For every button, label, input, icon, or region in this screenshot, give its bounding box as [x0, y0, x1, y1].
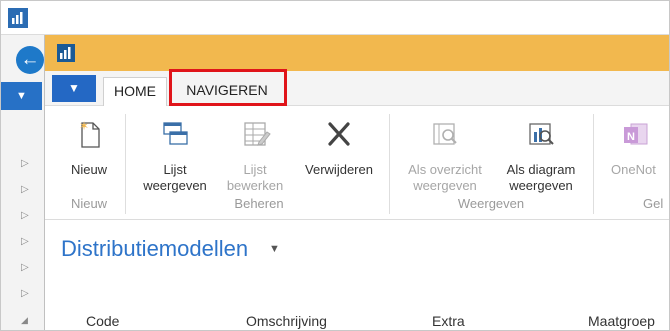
- view-as-chart-label-line1: Als diagram: [506, 162, 576, 177]
- new-button[interactable]: ✶ Nieuw: [59, 112, 119, 192]
- view-as-overview-button[interactable]: Als overzicht weergeven: [397, 112, 493, 193]
- screenshot-frame: ▷ ▷ ▷ ▷ ▷ ▷ ◢ ← ▼ ▼ HOME NAVIGEREN ✶ Nie…: [0, 0, 670, 331]
- column-header-extra[interactable]: Extra: [432, 313, 465, 329]
- overview-icon: [427, 116, 463, 152]
- delete-button-label: Verwijderen: [305, 162, 373, 177]
- tab-home[interactable]: HOME: [103, 77, 167, 106]
- edit-list-button[interactable]: Lijst bewerken: [217, 112, 293, 193]
- view-as-chart-label-line2: weergeven: [509, 178, 573, 193]
- new-button-label: Nieuw: [70, 162, 108, 177]
- column-header-maatgroep[interactable]: Maatgroep: [588, 313, 655, 329]
- title-dropdown-caret-icon[interactable]: ▼: [269, 243, 280, 255]
- outer-menu-button[interactable]: ▼: [1, 82, 42, 110]
- ribbon-panel: ✶ Nieuw Nieuw Lijst weergeven Lijst bewe…: [45, 106, 669, 220]
- outer-titlebar: [1, 1, 669, 35]
- ribbon-separator: [389, 114, 390, 214]
- svg-text:✶: ✶: [79, 119, 89, 133]
- column-header-omschrijving[interactable]: Omschrijving: [246, 313, 327, 329]
- delete-x-icon: [321, 116, 357, 152]
- inner-window: ▼ HOME NAVIGEREN ✶ Nieuw Nieuw Lijst wee…: [44, 35, 669, 330]
- ribbon-separator: [593, 114, 594, 214]
- ribbon-tabbar: ▼ HOME NAVIGEREN: [45, 71, 669, 106]
- view-as-chart-button[interactable]: Als diagram weergeven: [497, 112, 585, 193]
- application-menu-button[interactable]: ▼: [52, 75, 96, 102]
- group-label-beheren: Beheren: [234, 196, 284, 211]
- expand-arrow-icon[interactable]: ▷: [21, 184, 31, 196]
- expand-arrow-icon[interactable]: ▷: [21, 262, 31, 274]
- group-label-gel: Gel: [643, 196, 664, 211]
- onenote-icon: N: [617, 116, 653, 152]
- inner-titlebar: [45, 35, 669, 71]
- collapse-arrow-icon[interactable]: ◢: [21, 314, 31, 326]
- view-as-overview-label-line1: Als overzicht: [408, 162, 482, 177]
- view-list-label-line1: Lijst: [163, 162, 187, 177]
- highlight-annotation-box: [169, 69, 287, 106]
- expand-arrow-icon[interactable]: ▷: [21, 210, 31, 222]
- group-label-nieuw: Nieuw: [70, 196, 108, 211]
- onenote-label: OneNot: [611, 162, 656, 177]
- page-title: Distributiemodellen: [61, 236, 249, 261]
- view-list-button[interactable]: Lijst weergeven: [135, 112, 215, 193]
- column-header-code[interactable]: Code: [86, 313, 119, 329]
- view-as-overview-label-line2: weergeven: [413, 178, 477, 193]
- edit-list-label-line2: bewerken: [226, 178, 284, 193]
- delete-button[interactable]: Verwijderen: [295, 112, 383, 192]
- expand-arrow-icon[interactable]: ▷: [21, 158, 31, 170]
- svg-text:N: N: [627, 131, 635, 143]
- expand-arrow-icon[interactable]: ▷: [21, 236, 31, 248]
- view-list-label-line2: weergeven: [143, 178, 207, 193]
- chart-icon: [523, 116, 559, 152]
- edit-list-label-line1: Lijst: [243, 162, 267, 177]
- app-logo-icon: [8, 8, 28, 28]
- onenote-button[interactable]: N OneNot: [601, 112, 669, 192]
- window-logo-icon: [57, 44, 75, 62]
- ribbon-separator: [125, 114, 126, 214]
- outer-navigation-pane: ▷ ▷ ▷ ▷ ▷ ▷ ◢: [1, 35, 49, 330]
- expand-arrow-icon[interactable]: ▷: [21, 288, 31, 300]
- group-label-weergeven: Weergeven: [457, 196, 525, 211]
- edit-list-icon: [237, 116, 273, 152]
- back-arrow-icon[interactable]: ←: [16, 46, 44, 74]
- new-document-icon: ✶: [71, 116, 107, 152]
- view-list-icon: [157, 116, 193, 152]
